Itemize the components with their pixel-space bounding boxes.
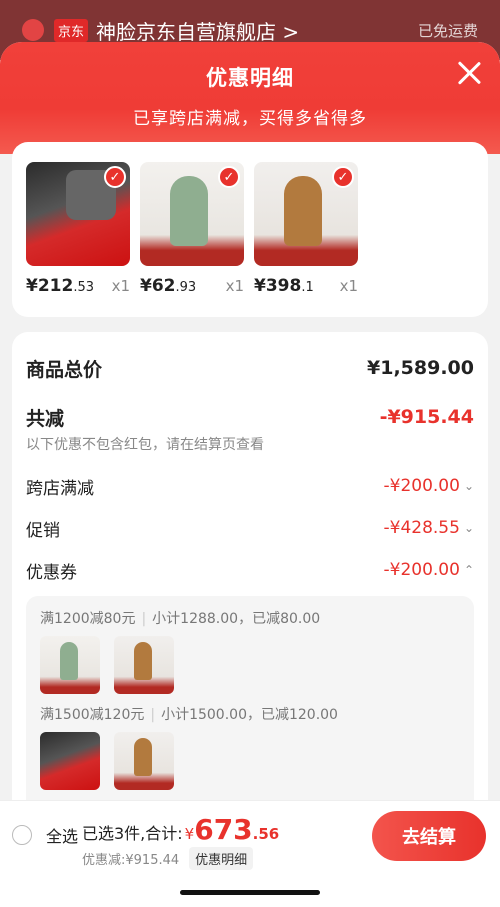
check-icon: ✓	[332, 166, 354, 188]
check-icon: ✓	[104, 166, 126, 188]
product-image: ✓	[140, 162, 244, 266]
discount-row-label: 跨店满减	[26, 478, 94, 499]
selected-count: 已选3件,合计:	[82, 824, 183, 843]
coupon-thumbs	[40, 732, 460, 790]
amount-int: 673	[194, 813, 253, 846]
product-image: ✓	[254, 162, 358, 266]
chevron-down-icon: ⌄	[463, 521, 474, 535]
amount-symbol: ¥	[184, 825, 195, 843]
product-qty: x1	[339, 277, 358, 295]
sheet-title: 优惠明细	[206, 66, 294, 90]
product-qty: x1	[225, 277, 244, 295]
product-price: ¥398.1	[254, 276, 314, 296]
shipping-text: 已免运费	[417, 21, 478, 40]
discount-note: 以下优惠不包含红包，请在结算页查看	[26, 437, 264, 453]
close-icon[interactable]	[456, 60, 482, 86]
total-row: 商品总价 ¥1,589.00	[26, 352, 474, 384]
product-item[interactable]: ✓ ¥62.93 x1	[140, 162, 254, 317]
product-qty: x1	[111, 277, 130, 295]
products-card: ✓ ¥212.53 x1 ✓ ¥62.93 x1 ✓ ¥398.1 x1	[12, 142, 488, 317]
discount-row-value: -¥200.00 ⌃	[383, 560, 475, 580]
select-all-toggle[interactable]: 全选	[12, 823, 78, 847]
sheet-header: 优惠明细 已享跨店满减，买得多省得多	[0, 42, 500, 154]
radio-unchecked-icon[interactable]	[12, 825, 32, 845]
product-item[interactable]: ✓ ¥398.1 x1	[254, 162, 368, 317]
minus-value: -¥915.44	[379, 406, 474, 428]
product-item[interactable]: ✓ ¥212.53 x1	[26, 162, 140, 317]
total-label: 商品总价	[26, 358, 103, 381]
chevron-down-icon: ⌄	[463, 479, 474, 493]
coupon-rule-line: 满1200减80元 | 小计1288.00，已减80.00	[40, 611, 321, 627]
discount-summary: 优惠减:¥915.44 优惠明细	[82, 847, 254, 870]
total-value: ¥1,589.00	[367, 357, 474, 379]
total-amount: 已选3件,合计: ¥ 673 .56	[82, 813, 279, 846]
discount-detail-link[interactable]: 优惠明细	[189, 847, 254, 870]
discount-row-label: 促销	[26, 520, 60, 541]
discount-row-promotion[interactable]: 促销 -¥428.55 ⌄	[26, 516, 475, 541]
select-all-label: 全选	[46, 827, 79, 846]
discount-row-coupon[interactable]: 优惠券 -¥200.00 ⌃	[26, 558, 475, 583]
product-price: ¥212.53	[26, 276, 95, 296]
store-name[interactable]: 神脸京东自营旗舰店 >	[96, 16, 299, 45]
discount-detail-sheet: 优惠明细 已享跨店满减，买得多省得多 ✓ ¥212.53 x1 ✓ ¥62.93…	[0, 42, 500, 907]
product-thumbnail	[40, 636, 100, 694]
minus-label: 共减	[26, 407, 65, 430]
sheet-subtitle: 已享跨店满减，买得多省得多	[133, 109, 367, 129]
discount-row-label: 优惠券	[26, 562, 77, 583]
discount-row-value: -¥200.00 ⌄	[383, 476, 475, 496]
product-thumbnail	[114, 636, 174, 694]
discount-row-value: -¥428.55 ⌄	[383, 518, 475, 538]
coupon-rule-line: 满1500减120元 | 小计1500.00，已减120.00	[40, 707, 338, 723]
discount-row-cross-store[interactable]: 跨店满减 -¥200.00 ⌄	[26, 474, 475, 499]
chevron-up-icon: ⌃	[463, 563, 474, 577]
amount-dec: .56	[252, 825, 280, 843]
store-logo-icon	[22, 19, 44, 41]
home-indicator	[180, 890, 320, 895]
coupon-detail-box: 满1200减80元 | 小计1288.00，已减80.00 满1500减120元 | 小…	[26, 596, 474, 811]
coupon-thumbs	[40, 636, 460, 694]
jd-tag: 京东	[54, 18, 89, 42]
product-thumbnail	[40, 732, 100, 790]
product-price: ¥62.93	[140, 276, 197, 296]
check-icon: ✓	[218, 166, 240, 188]
discount-amount: 优惠减:¥915.44	[82, 853, 180, 868]
checkout-button[interactable]: 去结算	[372, 811, 486, 861]
product-image: ✓	[26, 162, 130, 266]
product-thumbnail	[114, 732, 174, 790]
minus-row: 共减 -¥915.44	[26, 402, 474, 432]
